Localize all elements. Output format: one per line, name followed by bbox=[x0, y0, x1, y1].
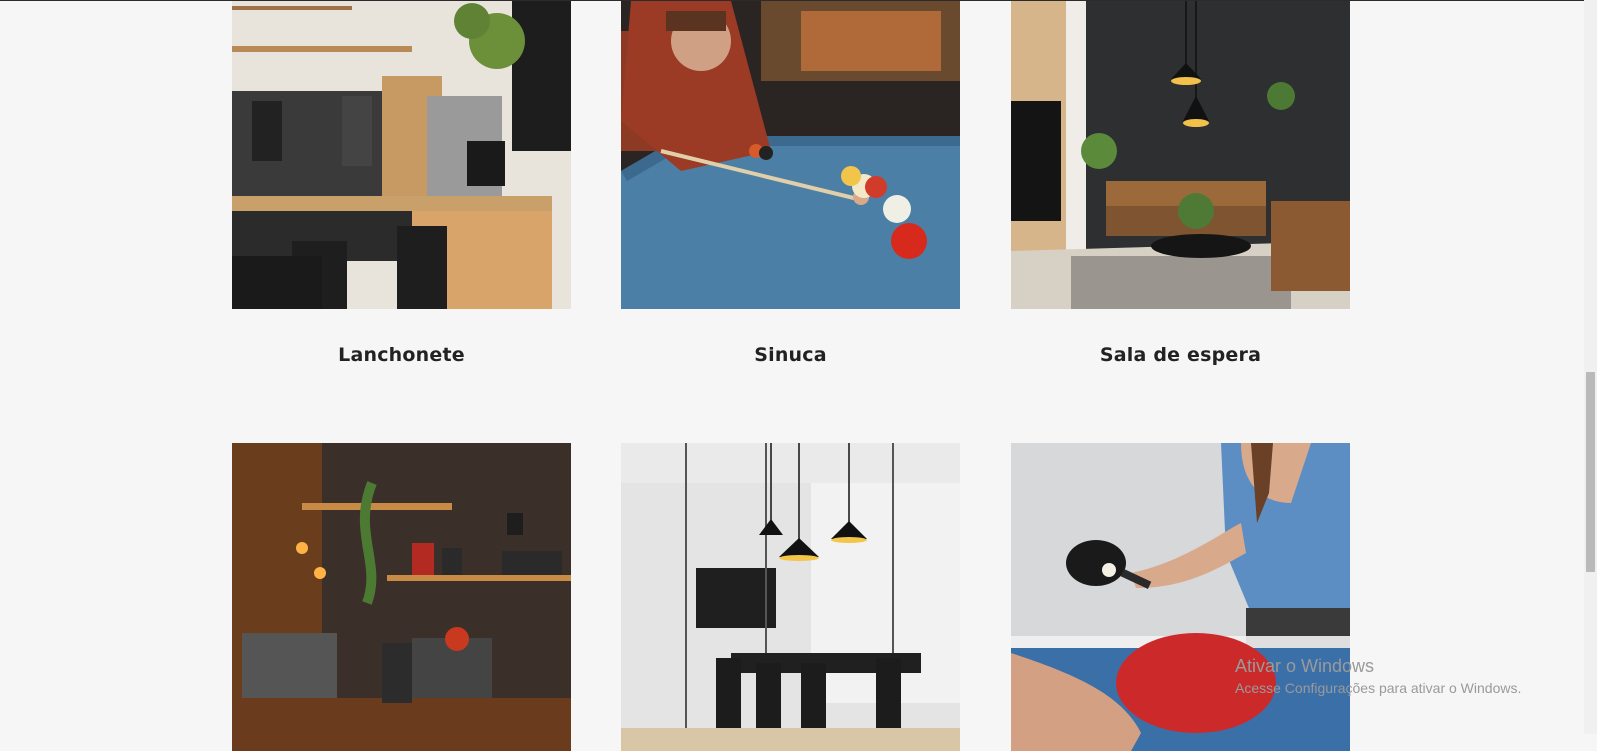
caption-sinuca: Sinuca bbox=[754, 344, 827, 366]
windows-activation-title: Ativar o Windows bbox=[1235, 656, 1375, 676]
lanchonete-image[interactable] bbox=[232, 1, 571, 309]
sala-de-espera-image[interactable] bbox=[1011, 1, 1350, 309]
meeting-room-image[interactable] bbox=[621, 443, 960, 751]
windows-activation-watermark: Ativar o Windows Acesse Configurações pa… bbox=[1235, 656, 1521, 696]
caption-lanchonete: Lanchonete bbox=[338, 344, 465, 366]
windows-activation-subtitle: Acesse Configurações para ativar o Windo… bbox=[1235, 680, 1522, 696]
coffee-shelf-image[interactable] bbox=[232, 443, 571, 751]
vertical-scrollbar[interactable] bbox=[1584, 0, 1597, 734]
sinuca-image[interactable] bbox=[621, 1, 960, 309]
scrollbar-thumb[interactable] bbox=[1586, 372, 1595, 572]
caption-sala-de-espera: Sala de espera bbox=[1099, 344, 1262, 366]
ping-pong-image[interactable] bbox=[1011, 443, 1350, 751]
